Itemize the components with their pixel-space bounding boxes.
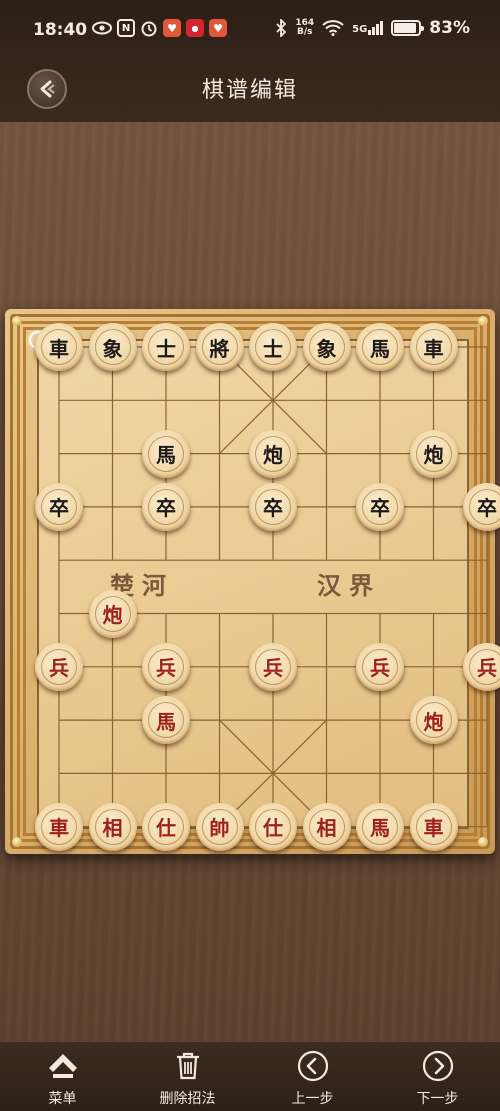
- chess-piece-red[interactable]: 相: [88, 802, 137, 851]
- chess-piece-black[interactable]: 卒: [249, 482, 297, 531]
- chess-piece-red[interactable]: 炮: [409, 696, 458, 745]
- notification-icons: N ♥ ● ♥: [92, 19, 227, 37]
- network-speed: 164 B/s: [295, 19, 314, 37]
- chess-piece-black[interactable]: 車: [35, 323, 83, 371]
- app-notification-icon: ♥: [209, 19, 227, 37]
- piece-label: 仕: [148, 808, 184, 845]
- status-time: 18:40: [33, 20, 88, 40]
- piece-label: 兵: [148, 648, 184, 685]
- piece-label: 卒: [41, 488, 77, 525]
- chess-piece-red[interactable]: 兵: [249, 642, 297, 691]
- delete-move-label: 删除招法: [159, 1091, 216, 1107]
- piece-label: 將: [201, 329, 238, 365]
- piece-label: 馬: [362, 808, 398, 845]
- piece-label: 卒: [148, 488, 184, 525]
- chess-piece-black[interactable]: 象: [302, 323, 351, 371]
- piece-label: 士: [148, 329, 184, 365]
- trash-icon: [172, 1050, 204, 1082]
- alarm-icon: [141, 21, 157, 37]
- piece-label: 相: [308, 808, 345, 845]
- next-step-label: 下一步: [416, 1091, 459, 1107]
- board-grid: [58, 346, 488, 828]
- piece-label: 相: [94, 808, 131, 845]
- chess-piece-red[interactable]: 車: [35, 802, 83, 851]
- system-icons: 164 B/s 5G 83%: [275, 18, 470, 38]
- piece-label: 兵: [41, 648, 77, 685]
- app-header: 18:40 N ♥ ● ♥ 164 B/s 5G 83% 棋谱编辑: [0, 0, 500, 122]
- chess-piece-black[interactable]: 炮: [409, 429, 458, 478]
- piece-label: 兵: [255, 648, 291, 685]
- chess-piece-black[interactable]: 卒: [35, 482, 83, 531]
- piece-label: 馬: [148, 702, 184, 739]
- menu-button[interactable]: 菜单: [0, 1042, 125, 1111]
- battery-icon: [391, 20, 425, 36]
- piece-label: 炮: [415, 435, 452, 472]
- piece-label: 帥: [201, 808, 238, 845]
- battery-percentage: 83%: [429, 18, 470, 38]
- piece-label: 兵: [362, 648, 398, 685]
- chess-piece-black[interactable]: 馬: [142, 429, 190, 478]
- chess-piece-red[interactable]: 仕: [142, 802, 190, 851]
- delete-move-button[interactable]: 删除招法: [125, 1042, 250, 1111]
- chess-piece-red[interactable]: 兵: [356, 642, 404, 691]
- chess-piece-red[interactable]: 兵: [142, 642, 190, 691]
- cellular-signal-icon: 5G: [352, 21, 384, 35]
- piece-label: 車: [415, 329, 452, 365]
- piece-label: 車: [41, 329, 77, 365]
- speed-unit: B/s: [296, 27, 313, 37]
- piece-label: 卒: [255, 488, 291, 525]
- chess-piece-red[interactable]: 馬: [356, 802, 404, 851]
- bluetooth-icon: [276, 19, 287, 37]
- piece-label: 象: [94, 329, 131, 365]
- piece-label: 炮: [94, 595, 131, 632]
- river-label-han-jie: 汉界: [317, 571, 381, 600]
- nfc-icon: N: [117, 19, 135, 37]
- eye-icon: [92, 21, 112, 35]
- chess-piece-red[interactable]: 帥: [195, 802, 244, 851]
- chess-piece-black[interactable]: 卒: [142, 482, 190, 531]
- piece-label: 炮: [255, 435, 291, 472]
- chess-piece-black[interactable]: 士: [142, 323, 190, 371]
- menu-icon: [47, 1050, 79, 1082]
- app-notification-icon: ●: [186, 19, 204, 37]
- menu-label: 菜单: [48, 1091, 77, 1107]
- chess-piece-red[interactable]: 仕: [249, 802, 297, 851]
- chess-piece-red[interactable]: 兵: [35, 642, 83, 691]
- prev-icon: [297, 1050, 329, 1082]
- wifi-icon: [322, 20, 344, 36]
- piece-label: 車: [415, 808, 452, 845]
- app-notification-icon: ♥: [163, 19, 181, 37]
- network-type: 5G: [352, 24, 368, 35]
- chess-board[interactable]: 楚河 汉界 車象士將士象馬車馬炮炮卒卒卒卒卒炮兵兵兵兵兵馬炮車相仕帥仕相馬車: [5, 309, 500, 854]
- piece-label: 馬: [362, 329, 398, 365]
- piece-label: 卒: [469, 488, 500, 525]
- piece-label: 馬: [148, 435, 184, 472]
- piece-label: 士: [255, 329, 291, 365]
- previous-step-button[interactable]: 上一步: [250, 1042, 375, 1111]
- next-step-button[interactable]: 下一步: [375, 1042, 500, 1111]
- chess-piece-black[interactable]: 炮: [249, 429, 297, 478]
- piece-label: 炮: [415, 702, 452, 739]
- chess-piece-red[interactable]: 馬: [142, 696, 190, 745]
- bottom-navigation: 菜单 删除招法 上一步 下一步: [0, 1042, 500, 1111]
- piece-label: 仕: [255, 808, 291, 845]
- chess-piece-black[interactable]: 車: [409, 323, 458, 371]
- status-bar: 18:40 N ♥ ● ♥ 164 B/s 5G 83%: [0, 0, 500, 62]
- previous-step-label: 上一步: [291, 1091, 334, 1107]
- chess-piece-red[interactable]: 車: [409, 802, 458, 851]
- chess-piece-black[interactable]: 馬: [356, 323, 404, 371]
- piece-label: 車: [41, 808, 77, 845]
- next-icon: [422, 1050, 454, 1082]
- piece-label: 象: [308, 329, 345, 365]
- chess-piece-black[interactable]: 卒: [356, 482, 404, 531]
- chess-piece-black[interactable]: 將: [195, 323, 244, 371]
- chess-piece-black[interactable]: 象: [88, 323, 137, 371]
- chess-piece-red[interactable]: 炮: [88, 589, 137, 638]
- piece-label: 卒: [362, 488, 398, 525]
- chess-piece-red[interactable]: 相: [302, 802, 351, 851]
- page-title: 棋谱编辑: [201, 78, 298, 103]
- chess-piece-black[interactable]: 士: [249, 323, 297, 371]
- piece-label: 兵: [469, 648, 500, 685]
